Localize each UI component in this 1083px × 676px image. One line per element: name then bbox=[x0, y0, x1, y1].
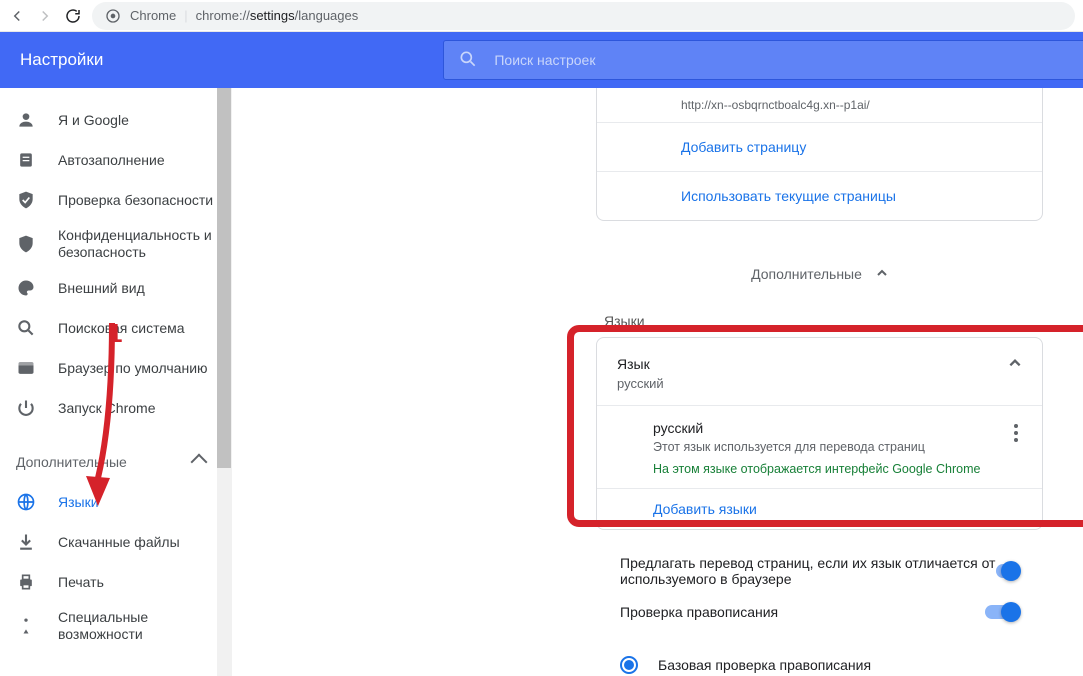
more-options-icon[interactable] bbox=[1010, 420, 1022, 446]
globe-icon bbox=[16, 492, 36, 512]
sidebar: Я и Google Автозаполнение Проверка безоп… bbox=[0, 88, 232, 676]
search-icon bbox=[458, 49, 478, 72]
add-page-row[interactable]: Добавить страницу bbox=[597, 122, 1042, 171]
sidebar-item-privacy[interactable]: Конфиденциальность и безопасность bbox=[0, 220, 231, 268]
chevron-up-icon bbox=[191, 454, 208, 471]
app-header: Настройки bbox=[0, 32, 1083, 88]
add-language-row[interactable]: Добавить языки bbox=[597, 489, 1042, 529]
spellcheck-row[interactable]: Проверка правописания bbox=[596, 588, 1043, 636]
startup-page-url: http://xn--osbqrnctboalc4g.xn--p1ai/ bbox=[681, 98, 1022, 112]
power-icon bbox=[16, 398, 36, 418]
language-item-subtext: Этот язык используется для перевода стра… bbox=[653, 440, 980, 454]
reload-icon[interactable] bbox=[64, 7, 82, 25]
search-field-wrap[interactable] bbox=[443, 40, 1083, 80]
spellcheck-toggle[interactable] bbox=[985, 605, 1019, 619]
card-language: Язык русский русский Этот язык используе… bbox=[596, 337, 1043, 530]
url-text: chrome://settings/languages bbox=[196, 8, 359, 23]
browser-toolbar: Chrome | chrome://settings/languages bbox=[0, 0, 1083, 32]
url-path-bold: settings bbox=[250, 8, 295, 23]
sidebar-item-label: Скачанные файлы bbox=[58, 534, 180, 550]
sidebar-advanced-label: Дополнительные bbox=[16, 454, 127, 470]
url-site-label: Chrome bbox=[130, 8, 176, 23]
sidebar-item-on-startup[interactable]: Запуск Chrome bbox=[0, 388, 231, 428]
sidebar-item-label: Браузер по умолчанию bbox=[58, 360, 208, 376]
startup-page-row[interactable]: http://xn--osbqrnctboalc4g.xn--p1ai/ bbox=[597, 88, 1042, 122]
advanced-toggle-label: Дополнительные bbox=[751, 266, 862, 282]
sidebar-item-me-google[interactable]: Я и Google bbox=[0, 100, 231, 140]
sidebar-item-label: Проверка безопасности bbox=[58, 192, 213, 208]
person-icon bbox=[16, 110, 36, 130]
download-icon bbox=[16, 532, 36, 552]
sidebar-item-downloads[interactable]: Скачанные файлы bbox=[0, 522, 231, 562]
use-current-row[interactable]: Использовать текущие страницы bbox=[597, 171, 1042, 220]
language-header-row[interactable]: Язык русский bbox=[597, 338, 1042, 406]
sidebar-item-label: Специальные возможности bbox=[58, 609, 215, 644]
language-item-ui-hint: На этом языке отображается интерфейс Goo… bbox=[653, 462, 980, 476]
offer-translate-toggle[interactable] bbox=[996, 564, 1019, 578]
sidebar-item-autofill[interactable]: Автозаполнение bbox=[0, 140, 231, 180]
forward-icon[interactable] bbox=[36, 7, 54, 25]
spellcheck-label: Проверка правописания bbox=[620, 604, 778, 620]
sidebar-item-label: Печать bbox=[58, 574, 104, 590]
use-current-link[interactable]: Использовать текущие страницы bbox=[681, 188, 896, 204]
url-path-tail: /languages bbox=[295, 8, 359, 23]
back-icon[interactable] bbox=[8, 7, 26, 25]
sidebar-item-label: Поисковая система bbox=[58, 320, 185, 336]
window-icon bbox=[16, 358, 36, 378]
language-title: Язык bbox=[617, 356, 664, 372]
chrome-logo-icon bbox=[104, 7, 122, 25]
chevron-up-icon bbox=[1008, 356, 1022, 373]
sidebar-item-label: Запуск Chrome bbox=[58, 400, 155, 416]
basic-spellcheck-row[interactable]: Базовая проверка правописания bbox=[596, 640, 1043, 676]
search-input[interactable] bbox=[492, 51, 1083, 69]
section-title-languages: Языки bbox=[604, 313, 645, 329]
add-language-link[interactable]: Добавить языки bbox=[653, 501, 757, 517]
sidebar-item-print[interactable]: Печать bbox=[0, 562, 231, 602]
sidebar-item-safety-check[interactable]: Проверка безопасности bbox=[0, 180, 231, 220]
sidebar-item-default-browser[interactable]: Браузер по умолчанию bbox=[0, 348, 231, 388]
sidebar-item-label: Языки bbox=[58, 494, 99, 510]
language-subtitle: русский bbox=[617, 376, 664, 391]
add-page-link[interactable]: Добавить страницу bbox=[681, 139, 806, 155]
sidebar-item-label: Внешний вид bbox=[58, 280, 145, 296]
advanced-section-toggle[interactable]: Дополнительные bbox=[596, 258, 1043, 290]
palette-icon bbox=[16, 278, 36, 298]
sidebar-item-label: Автозаполнение bbox=[58, 152, 165, 168]
assignment-icon bbox=[16, 150, 36, 170]
print-icon bbox=[16, 572, 36, 592]
accessibility-icon bbox=[16, 616, 36, 636]
sidebar-item-languages[interactable]: Языки bbox=[0, 482, 231, 522]
sidebar-advanced-toggle[interactable]: Дополнительные bbox=[0, 442, 231, 482]
chevron-up-icon bbox=[876, 266, 888, 282]
shield-check-icon bbox=[16, 190, 36, 210]
sidebar-item-accessibility[interactable]: Специальные возможности bbox=[0, 602, 231, 650]
card-startup-pages: http://xn--osbqrnctboalc4g.xn--p1ai/ Доб… bbox=[596, 88, 1043, 221]
page-title: Настройки bbox=[20, 50, 103, 70]
sidebar-item-search-engine[interactable]: Поисковая система bbox=[0, 308, 231, 348]
shield-icon bbox=[16, 234, 36, 254]
main-content: http://xn--osbqrnctboalc4g.xn--p1ai/ Доб… bbox=[232, 88, 1083, 676]
language-item-row: русский Этот язык используется для перев… bbox=[597, 406, 1042, 489]
sidebar-item-label: Я и Google bbox=[58, 112, 129, 128]
sidebar-item-appearance[interactable]: Внешний вид bbox=[0, 268, 231, 308]
search-icon bbox=[16, 318, 36, 338]
sidebar-scrollbar[interactable] bbox=[217, 88, 231, 676]
language-item-name: русский bbox=[653, 420, 980, 436]
basic-spellcheck-radio[interactable] bbox=[620, 656, 638, 674]
sidebar-scrollbar-thumb[interactable] bbox=[217, 88, 231, 468]
offer-translate-label: Предлагать перевод страниц, если их язык… bbox=[620, 555, 996, 587]
url-scheme: chrome:// bbox=[196, 8, 250, 23]
url-bar[interactable]: Chrome | chrome://settings/languages bbox=[92, 2, 1075, 30]
sidebar-item-label: Конфиденциальность и безопасность bbox=[58, 227, 215, 262]
basic-spellcheck-label: Базовая проверка правописания bbox=[658, 657, 871, 673]
